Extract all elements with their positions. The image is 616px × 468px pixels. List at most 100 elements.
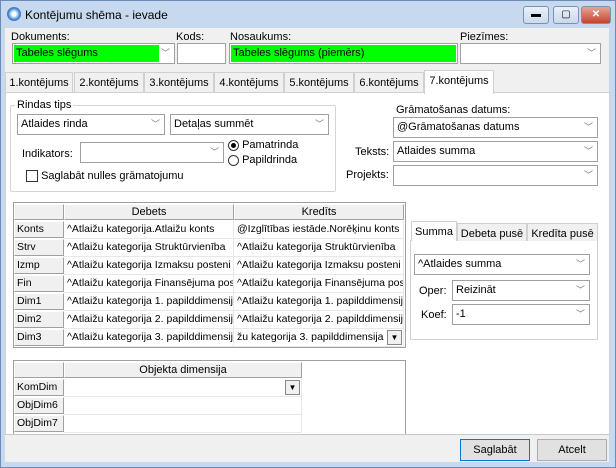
koef-combo[interactable]: -1 ﹀ [452,304,590,325]
subtab-summa[interactable]: Summa [411,221,457,241]
kredits-cell[interactable]: žu kategorija 3. papilddimensija [234,329,404,347]
oper-label: Oper: [419,285,447,297]
chevron-down-icon: ﹀ [575,309,585,319]
dokuments-value: Tabeles slēgums [14,45,159,62]
row-header: Konts [14,221,64,238]
detalas-value: Detaļas summēt [174,118,254,130]
nosaukums-input[interactable]: Tabeles slēgums (piemērs) [229,43,458,64]
kredits-cell[interactable]: ^Atlaižu kategorija 1. papilddimensij [234,293,404,311]
rindas-tips-combo[interactable]: Atlaides rinda ﹀ [17,114,165,135]
kredits-cell[interactable]: ^Atlaižu kategorija Struktūrvienība [234,239,404,257]
kods-label: Kods: [176,31,205,43]
row-header: Izmp [14,257,64,274]
saglabat-nulles-checkbox[interactable]: Saglabāt nulles grāmatojumu [26,170,184,183]
tab-7-kontejums[interactable]: 7.kontējums [424,70,494,94]
chevron-down-icon: ﹀ [586,48,596,58]
radio-checked-icon [228,139,239,151]
debets-cell[interactable]: ^Atlaižu kategorija 1. papilddimensij [64,293,234,311]
subtab-debeta-puse[interactable]: Debeta pusē [457,223,527,241]
teksts-combo[interactable]: Atlaides summa ﹀ [393,141,598,162]
oper-value: Reizināt [456,284,496,296]
debets-cell[interactable]: ^Atlaižu kategorija 3. papilddimensij [64,329,234,347]
kredits-cell[interactable]: ^Atlaižu kategorija 2. papilddimensij [234,311,404,329]
save-button[interactable]: Saglabāt [460,439,530,461]
subtab-kredita-puse[interactable]: Kredīta pusē [527,223,598,241]
objekta-dimensija-cell[interactable] [64,397,302,415]
checkbox-icon [26,170,38,183]
nosaukums-label: Nosaukums: [230,31,292,43]
dropdown-arrow-icon[interactable]: ▼ [285,380,300,395]
row-header: Dim1 [14,293,64,310]
objekta-dimensija-cell[interactable] [64,379,302,397]
kredits-cell[interactable]: ^Atlaižu kategorija Finansējuma pos [234,275,404,293]
detalas-combo[interactable]: Detaļas summēt ﹀ [170,114,329,135]
header-debets: Debets [64,204,234,220]
datums-combo[interactable]: @Grāmatošanas datums ﹀ [393,117,598,138]
chevron-down-icon: ﹀ [575,285,585,295]
piezimes-combo[interactable]: ﹀ [460,43,601,64]
teksts-label: Teksts: [355,146,390,158]
chevron-down-icon: ﹀ [209,147,219,157]
row-header: Dim2 [14,311,64,328]
chevron-down-icon: ﹀ [314,119,324,129]
tab-6-kontejums[interactable]: 6.kontējums [354,72,424,93]
header-objekta-dimensija: Objekta dimensija [64,362,302,378]
maximize-button[interactable]: ▢ [553,6,579,24]
row-header: Fin [14,275,64,292]
debets-cell[interactable]: ^Atlaižu kategorija 2. papilddimensij [64,311,234,329]
dropdown-arrow-icon[interactable]: ▼ [387,330,402,345]
tab-3-kontejums[interactable]: 3.kontējums [144,72,214,93]
window-title: Kontējumu shēma - ievade [25,8,168,22]
objekta-dimensija-cell[interactable] [64,415,302,433]
teksts-value: Atlaides summa [397,145,476,157]
indikators-combo[interactable]: ﹀ [80,142,224,163]
koef-value: -1 [456,308,466,320]
rindas-tips-value: Atlaides rinda [21,118,88,130]
row-header: ObjDim7 [14,415,64,432]
chevron-down-icon: ﹀ [583,122,593,132]
cancel-button[interactable]: Atcelt [537,439,607,461]
grid-corner [14,204,64,220]
close-button[interactable]: ✕ [581,6,611,24]
row-header: Strv [14,239,64,256]
indikators-label: Indikators: [22,148,73,160]
chevron-down-icon: ﹀ [150,119,160,129]
tab-4-kontejums[interactable]: 4.kontējums [214,72,284,93]
minimize-button[interactable]: ▬ [523,6,549,24]
kods-input[interactable] [177,43,226,64]
row-header: ObjDim6 [14,397,64,414]
tab-5-kontejums[interactable]: 5.kontējums [284,72,354,93]
objgrid-corner [14,362,64,378]
row-header: KomDim [14,379,64,396]
projekts-combo[interactable]: ﹀ [393,165,598,186]
tab-1-kontejums[interactable]: 1.kontējums [5,72,73,93]
debets-cell[interactable]: ^Atlaižu kategorija.Atlaižu konts [64,221,234,239]
oper-combo[interactable]: Reizināt ﹀ [452,280,590,301]
pamatrinda-label: Pamatrinda [242,139,299,151]
kredits-cell[interactable]: ^Atlaižu kategorija Izmaksu posteni [234,257,404,275]
debets-cell[interactable]: ^Atlaižu kategorija Struktūrvienība [64,239,234,257]
app-icon [7,7,21,21]
separator [5,434,610,435]
rindas-tips-label: Rindas tips [15,99,74,111]
radio-unchecked-icon [228,154,239,166]
debets-cell[interactable]: ^Atlaižu kategorija Finansējuma pos [64,275,234,293]
dokuments-combo[interactable]: Tabeles slēgums ﹀ [12,43,175,64]
chevron-down-icon: ﹀ [583,170,593,180]
chevron-down-icon: ﹀ [575,259,585,269]
summa-value: ^Atlaides summa [418,258,502,270]
papildrinda-label: Papildrinda [242,154,298,166]
dokuments-label: Dokuments: [11,31,70,43]
debets-cell[interactable]: ^Atlaižu kategorija Izmaksu posteni [64,257,234,275]
saglabat-nulles-label: Saglabāt nulles grāmatojumu [41,170,184,182]
nosaukums-value: Tabeles slēgums (piemērs) [231,45,456,62]
radio-papildrinda[interactable]: Papildrinda [228,154,297,166]
radio-pamatrinda[interactable]: Pamatrinda [228,139,298,151]
datums-label: Grāmatošanas datums: [396,104,511,116]
row-header: Dim3 [14,329,64,346]
tab-2-kontejums[interactable]: 2.kontējums [74,72,144,93]
projekts-label: Projekts: [346,169,389,181]
kredits-cell[interactable]: @Izglītības iestāde.Norēķinu konts [234,221,404,239]
datums-value: @Grāmatošanas datums [397,121,520,133]
summa-combo[interactable]: ^Atlaides summa ﹀ [414,254,590,275]
